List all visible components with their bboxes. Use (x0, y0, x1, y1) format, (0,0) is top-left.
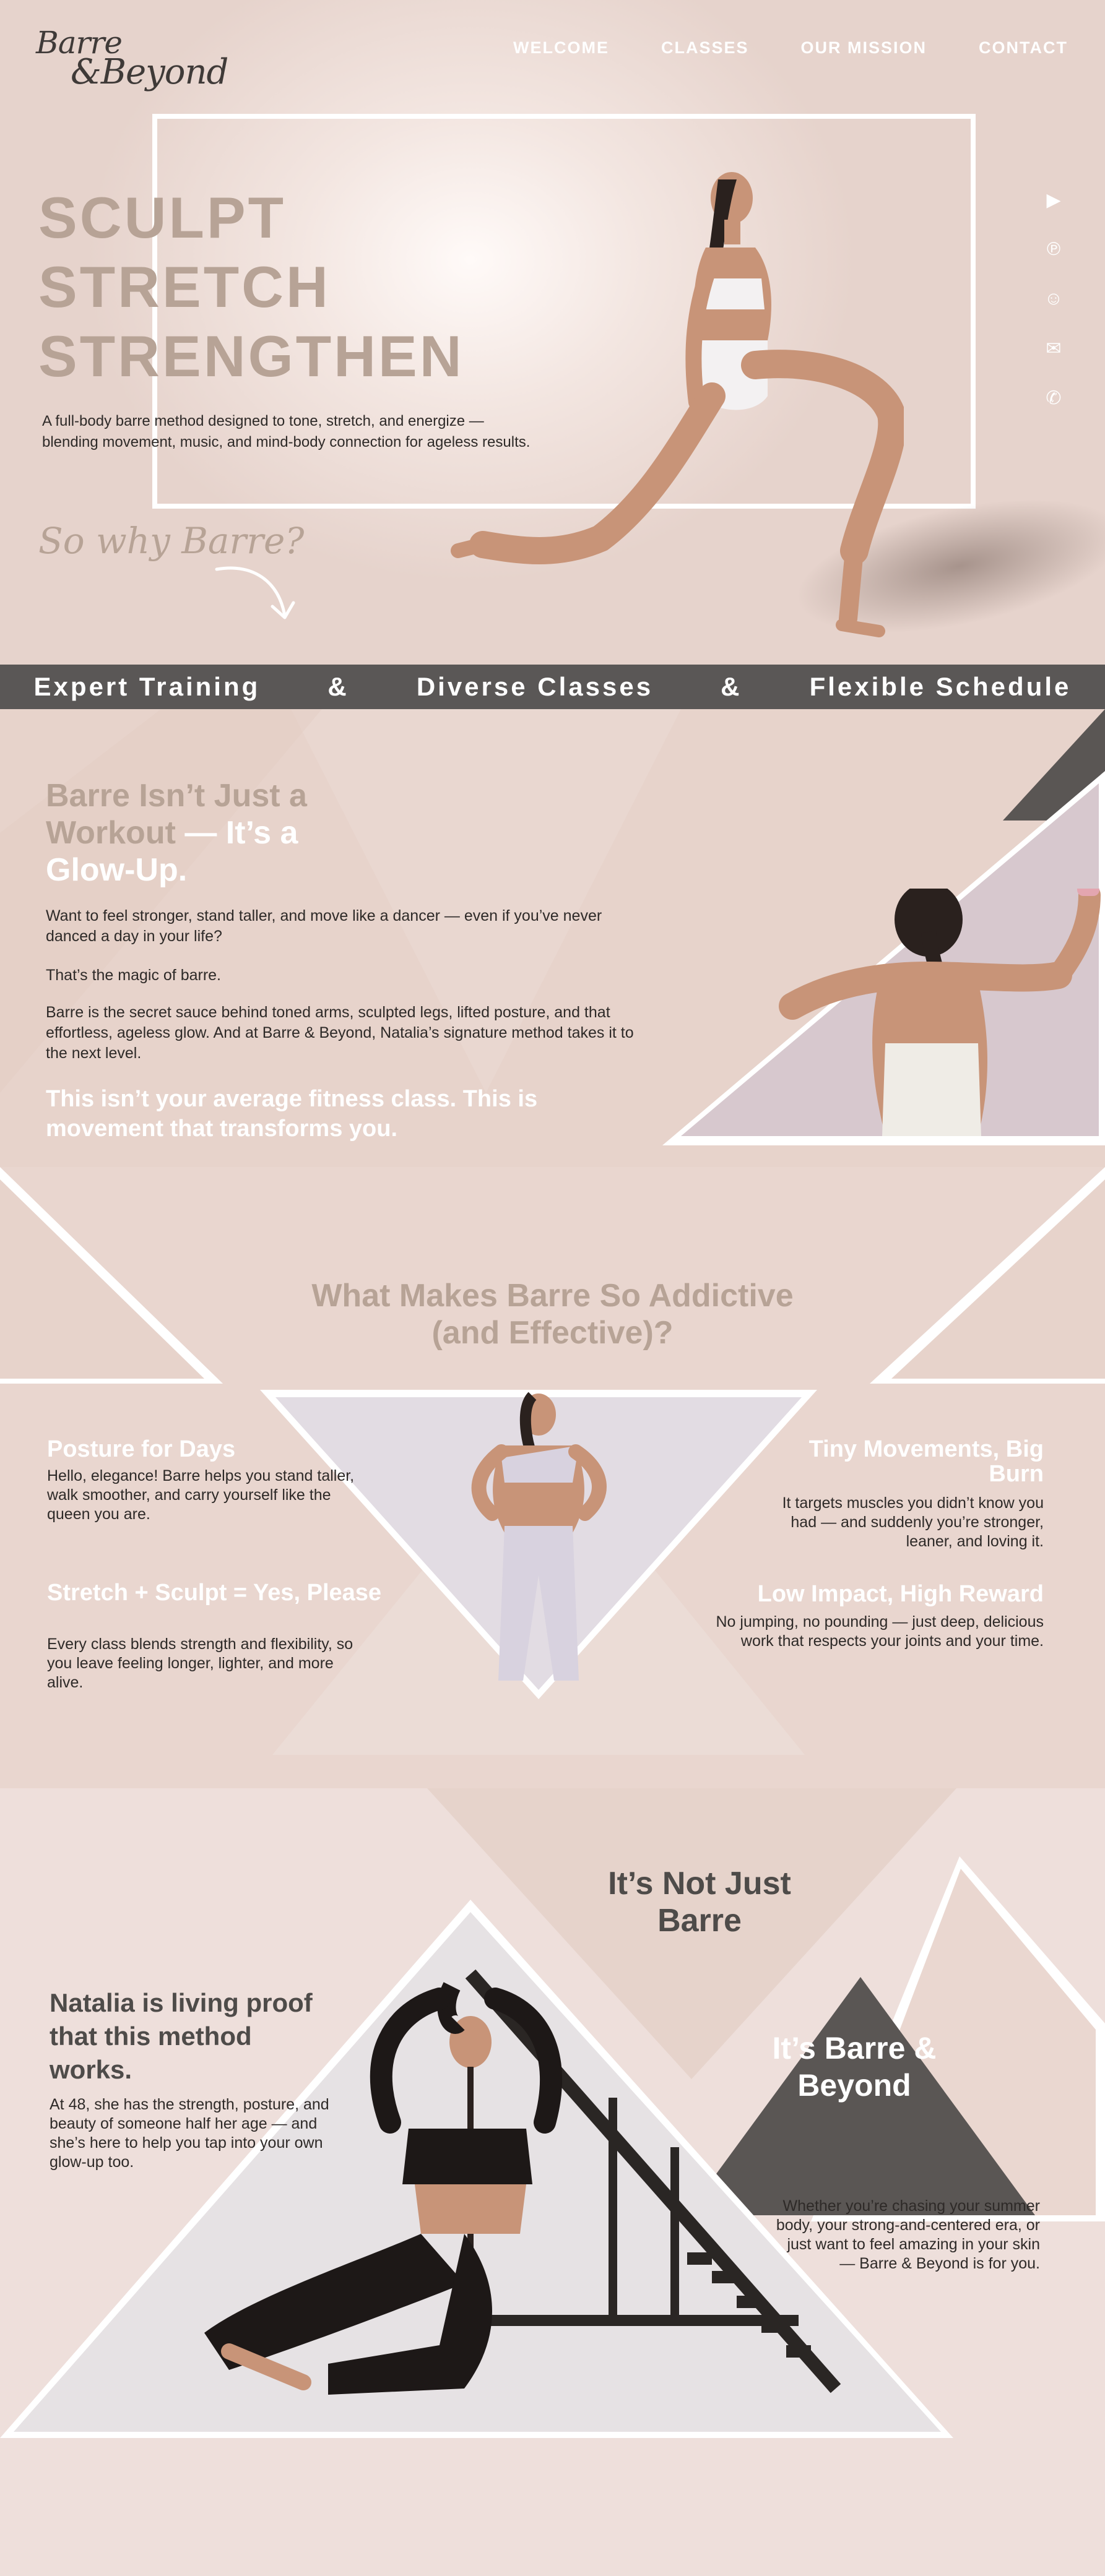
back-view-model-image (779, 889, 1101, 1136)
nav-classes[interactable]: CLASSES (661, 38, 749, 58)
intro-closing: This isn’t your average fitness class. T… (46, 1086, 538, 1142)
addictive-title-line2: (and Effective)? (431, 1315, 674, 1351)
band-ampersand-1: & (327, 672, 349, 701)
standing-model-image (471, 1392, 607, 1681)
feature-tiny-text: It targets muscles you didn’t know you h… (782, 1494, 1044, 1550)
beyond-closing-text: Whether you’re chasing your summer body,… (776, 2197, 1040, 2272)
nav-contact[interactable]: CONTACT (979, 38, 1068, 58)
feature-stretch-title: Stretch + Sculpt = Yes, Please (47, 1580, 382, 1606)
why-barre-text: So why Barre? (38, 520, 305, 562)
headline-strengthen: STRENGTHEN (38, 324, 464, 389)
band-expert-training: Expert Training (33, 672, 261, 701)
not-just-barre-title: It’s Not Just Barre (608, 1866, 791, 1939)
messenger-icon[interactable]: ✉ (1039, 334, 1068, 363)
hero-headline: SCULPT STRETCH STRENGTHEN (38, 183, 464, 391)
nav-our-mission[interactable]: OUR MISSION (801, 38, 927, 58)
natalia-title: Natalia is living proof that this method… (50, 1988, 313, 2084)
logo-line2: &Beyond (71, 52, 228, 92)
nav-welcome[interactable]: WELCOME (513, 38, 609, 58)
addictive-title-line1: What Makes Barre So Addictive (311, 1278, 794, 1314)
intro-paragraph-1: Want to feel stronger, stand taller, and… (46, 907, 602, 945)
youtube-icon[interactable]: ▶ (1039, 186, 1068, 214)
intro-paragraph-3: Barre is the secret sauce behind toned a… (46, 1004, 634, 1062)
hero-section: Barre &Beyond WELCOME CLASSES OUR MISSIO… (0, 0, 1105, 665)
feature-posture-title: Posture for Days (47, 1436, 236, 1462)
intro-title: Barre Isn’t Just a Workout — It’s a Glow… (46, 777, 392, 889)
headline-stretch: STRETCH (38, 254, 331, 319)
band-ampersand-2: & (721, 672, 742, 701)
barre-and-beyond-title: It’s Barre & Beyond (772, 2031, 937, 2103)
intro-paragraph-2: That’s the magic of barre. (46, 967, 222, 984)
hero-model-image (451, 172, 904, 637)
snapchat-icon[interactable]: ☺ (1039, 285, 1068, 313)
feature-stretch-text: Every class blends strength and flexibil… (47, 1635, 353, 1691)
intro-section: Barre Isn’t Just a Workout — It’s a Glow… (0, 709, 1105, 1167)
feature-low-impact-title: Low Impact, High Reward (757, 1581, 1044, 1607)
whatsapp-icon[interactable]: ✆ (1039, 384, 1068, 412)
headline-sculpt: SCULPT (38, 185, 286, 250)
beyond-section: Natalia is living proof that this method… (0, 1788, 1105, 2576)
band-diverse-classes: Diverse Classes (416, 672, 654, 701)
page: Barre &Beyond WELCOME CLASSES OUR MISSIO… (0, 0, 1105, 2576)
curved-arrow-icon (215, 566, 295, 619)
features-band: Expert Training & Diverse Classes & Flex… (0, 665, 1105, 709)
main-nav: WELCOME CLASSES OUR MISSION CONTACT (513, 38, 1068, 58)
brand-logo[interactable]: Barre &Beyond (36, 21, 228, 92)
natalia-text: At 48, she has the strength, posture, an… (50, 2096, 329, 2171)
band-flexible-schedule: Flexible Schedule (809, 672, 1072, 701)
social-links: ▶ ℗ ☺ ✉ ✆ (1039, 186, 1068, 412)
feature-tiny-title: Tiny Movements, Big Burn (808, 1436, 1044, 1487)
feature-posture-text: Hello, elegance! Barre helps you stand t… (47, 1467, 355, 1523)
addictive-title: What Makes Barre So Addictive (and Effec… (0, 1277, 1105, 1351)
pinterest-icon[interactable]: ℗ (1039, 235, 1068, 264)
addictive-section: What Makes Barre So Addictive (and Effec… (0, 1167, 1105, 1788)
feature-low-impact-text: No jumping, no pounding — just deep, del… (716, 1613, 1044, 1650)
